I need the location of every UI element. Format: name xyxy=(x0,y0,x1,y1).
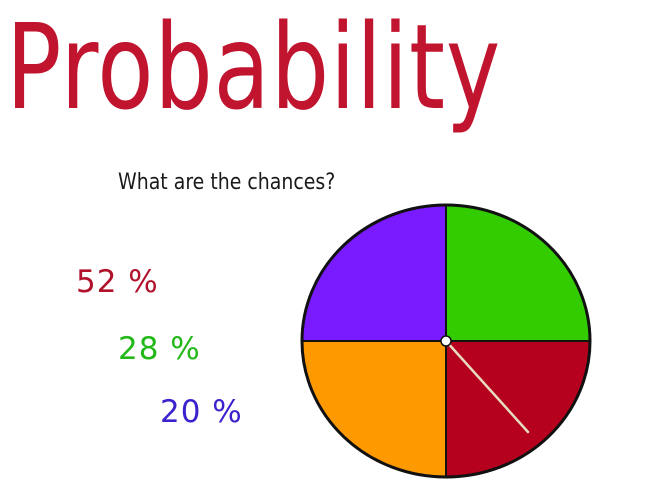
spinner-hub xyxy=(440,335,452,347)
spinner-sector-red xyxy=(446,341,590,477)
spinner-sector-green xyxy=(446,205,590,341)
spinner-sector-orange xyxy=(302,341,446,477)
spinner-sector-purple xyxy=(302,205,446,341)
spinner-wheel xyxy=(300,203,592,479)
